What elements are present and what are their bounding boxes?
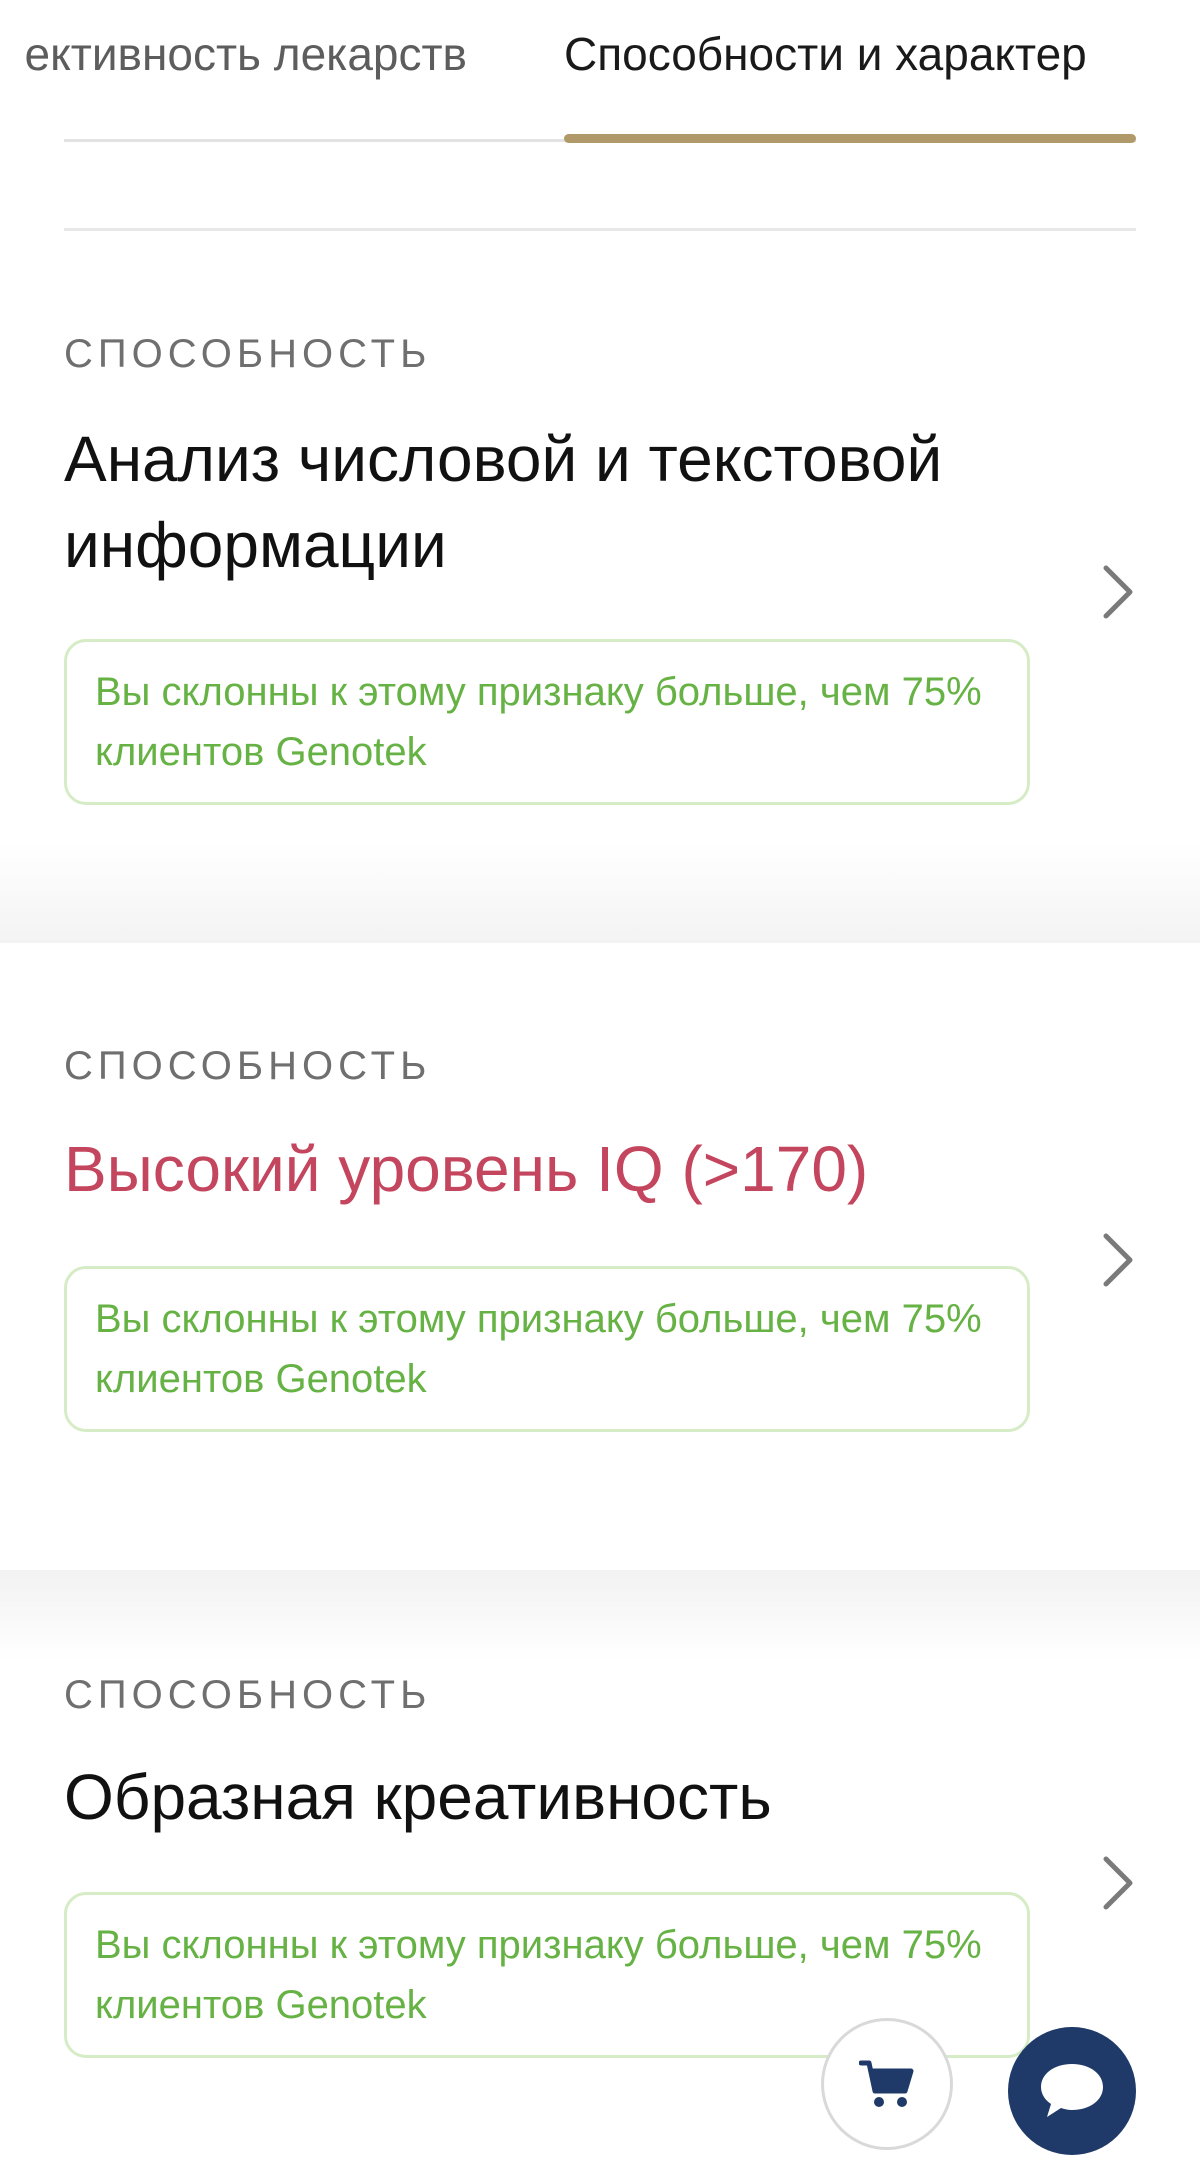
chat-button[interactable]	[1008, 2027, 1136, 2155]
cart-icon	[859, 2060, 914, 2107]
trait-category: СПОСОБНОСТЬ	[64, 1044, 432, 1088]
tab-bar: ективность лекарств Способности и характ…	[0, 0, 1200, 145]
chevron-right-icon[interactable]	[1098, 562, 1138, 622]
chevron-right-icon[interactable]	[1098, 1853, 1138, 1913]
trait-title: Высокий уровень IQ (>170)	[64, 1133, 869, 1205]
trait-card[interactable]: СПОСОБНОСТЬ Анализ числовой и текстовой …	[0, 231, 1200, 943]
trait-comparison-note: Вы склонны к этому признаку больше, чем …	[64, 1266, 1030, 1432]
tab-drug-effectiveness[interactable]: ективность лекарств	[25, 24, 467, 84]
tab-abilities-and-character[interactable]: Способности и характер	[564, 24, 1087, 84]
trait-title: Образная креативность	[64, 1761, 772, 1833]
trait-card[interactable]: СПОСОБНОСТЬ Высокий уровень IQ (>170) Вы…	[0, 943, 1200, 1570]
chat-bubble-icon	[1041, 2064, 1103, 2117]
trait-category: СПОСОБНОСТЬ	[64, 1673, 432, 1717]
active-tab-indicator	[564, 134, 1136, 143]
trait-title: Анализ числовой и текстовой информации	[64, 423, 943, 581]
trait-comparison-note: Вы склонны к этому признаку больше, чем …	[64, 639, 1030, 805]
chevron-right-icon[interactable]	[1098, 1230, 1138, 1290]
cart-button[interactable]	[821, 2018, 953, 2150]
page: ективность лекарств Способности и характ…	[0, 0, 1200, 2183]
trait-category: СПОСОБНОСТЬ	[64, 332, 432, 376]
